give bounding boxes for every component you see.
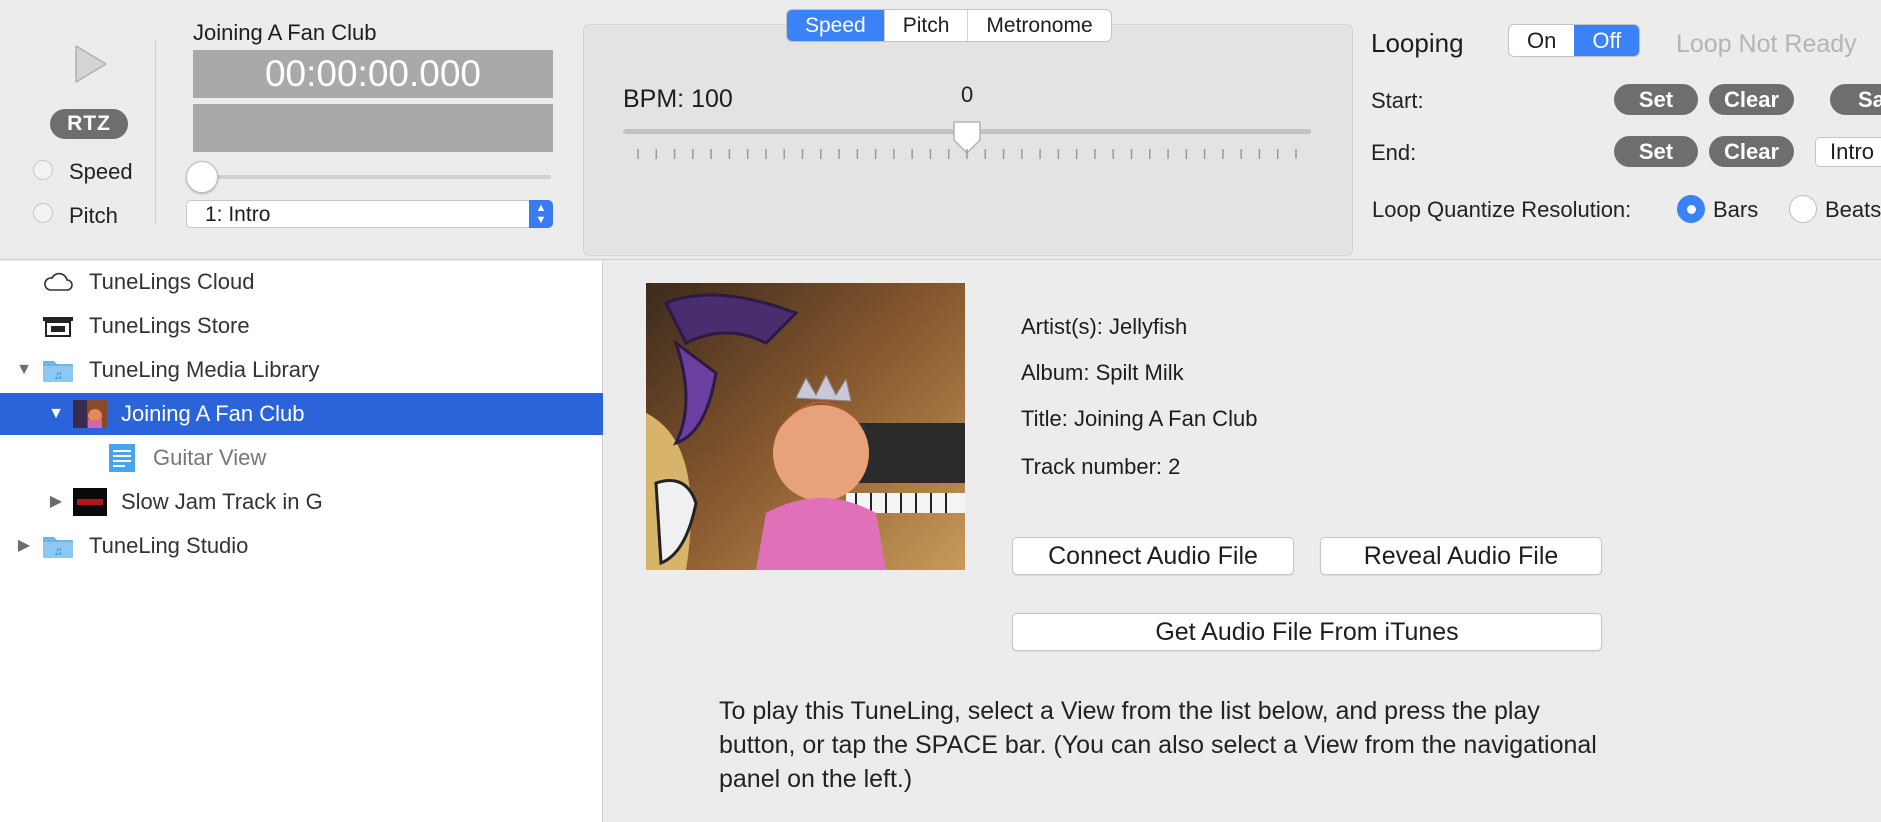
looping-on-button[interactable]: On — [1509, 25, 1574, 56]
music-folder-icon: ♫ — [43, 537, 73, 558]
sidebar-item-label: TuneLing Media Library — [89, 357, 320, 382]
beats-label: Beats — [1825, 197, 1881, 222]
track-number-text: Track number: 2 — [1021, 454, 1181, 479]
time-display: 00:00:00.000 — [193, 50, 553, 98]
sidebar-item-guitar-view[interactable]: Guitar View — [0, 437, 603, 479]
svg-text:♫: ♫ — [54, 544, 63, 558]
sidebar: TuneLings Cloud TuneLings Store ▼ ♫ Tune… — [0, 261, 603, 822]
tab-pitch[interactable]: Pitch — [885, 10, 969, 41]
title-text: Title: Joining A Fan Club — [1021, 406, 1258, 431]
disclosure-expanded-icon[interactable]: ▼ — [15, 349, 33, 391]
end-section-select[interactable]: Intro — [1815, 137, 1881, 167]
disclosure-collapsed-icon[interactable]: ▶ — [47, 481, 65, 523]
cloud-icon — [44, 272, 73, 291]
sidebar-item-media-library[interactable]: ▼ ♫ TuneLing Media Library — [0, 349, 603, 391]
looping-off-button[interactable]: Off — [1574, 25, 1640, 56]
instructions-text: To play this TuneLing, select a View fro… — [719, 697, 1597, 793]
looping-toggle: On Off — [1508, 24, 1641, 57]
store-icon — [43, 317, 73, 337]
connect-audio-file-button[interactable]: Connect Audio File — [1012, 537, 1294, 575]
speed-radio[interactable] — [33, 160, 53, 180]
track-title: Joining A Fan Club — [193, 20, 377, 45]
disclosure-collapsed-icon[interactable]: ▶ — [15, 525, 33, 567]
divider — [155, 40, 156, 225]
end-set-button[interactable]: Set — [1614, 136, 1698, 167]
loop-status: Loop Not Ready — [1676, 30, 1857, 58]
album-text: Album: Spilt Milk — [1021, 360, 1184, 385]
bpm-label: BPM: 100 — [623, 85, 733, 113]
end-clear-button[interactable]: Clear — [1709, 136, 1794, 167]
album-cover-image — [646, 283, 965, 570]
toolbar: RTZ Speed Pitch Joining A Fan Club 00:00… — [0, 0, 1881, 260]
rtz-button[interactable]: RTZ — [50, 109, 128, 139]
loop-end-label: End: — [1371, 140, 1417, 165]
pitch-radio-label: Pitch — [69, 203, 118, 228]
start-clear-button[interactable]: Clear — [1709, 84, 1794, 115]
looping-label: Looping — [1371, 28, 1464, 58]
position-slider-track[interactable] — [196, 175, 551, 179]
tab-speed[interactable]: Speed — [787, 10, 885, 41]
sidebar-item-slow-jam-track[interactable]: ▶ Slow Jam Track in G — [0, 481, 603, 523]
sidebar-item-label: Joining A Fan Club — [121, 401, 305, 426]
speed-slider-value: 0 — [961, 82, 974, 107]
album-art-icon — [73, 400, 107, 428]
mode-tabs: Speed Pitch Metronome — [786, 9, 1112, 42]
sidebar-item-label: TuneLings Cloud — [89, 269, 255, 294]
select-arrows-icon: ▲ ▼ — [529, 200, 553, 228]
album-art-icon — [73, 488, 107, 516]
music-folder-icon: ♫ — [43, 361, 73, 382]
bars-label: Bars — [1713, 197, 1759, 222]
loop-start-label: Start: — [1371, 88, 1424, 113]
sidebar-item-label: Guitar View — [153, 445, 267, 470]
get-audio-from-itunes-button[interactable]: Get Audio File From iTunes — [1012, 613, 1602, 651]
position-slider-knob[interactable] — [186, 161, 218, 193]
sidebar-item-tuneling-studio[interactable]: ▶ ♫ TuneLing Studio — [0, 525, 603, 567]
start-set-button[interactable]: Set — [1614, 84, 1698, 115]
quantize-label: Loop Quantize Resolution: — [1372, 197, 1632, 222]
secondary-display — [193, 104, 553, 152]
pitch-radio[interactable] — [33, 203, 53, 223]
speed-slider-ticks — [637, 149, 1297, 159]
section-select[interactable]: 1: Intro ▲ ▼ — [186, 200, 553, 228]
sidebar-item-label: TuneLings Store — [89, 313, 250, 338]
reveal-audio-file-button[interactable]: Reveal Audio File — [1320, 537, 1602, 575]
document-icon — [109, 444, 135, 472]
artist-text: Artist(s): Jellyfish — [1021, 314, 1188, 339]
section-select-value: 1: Intro — [205, 203, 271, 226]
sidebar-item-label: Slow Jam Track in G — [121, 489, 323, 514]
sidebar-item-label: TuneLing Studio — [89, 533, 249, 558]
end-section-value: Intro — [1830, 139, 1875, 164]
sidebar-item-tunelings-cloud[interactable]: TuneLings Cloud — [0, 261, 603, 303]
sidebar-item-joining-a-fan-club[interactable]: ▼ Joining A Fan Club — [0, 393, 603, 435]
svg-text:♫: ♫ — [54, 368, 63, 382]
play-button[interactable] — [70, 42, 110, 86]
beats-radio[interactable] — [1789, 195, 1817, 223]
start-save-button[interactable]: Sa — [1830, 84, 1881, 115]
disclosure-expanded-icon[interactable]: ▼ — [47, 393, 65, 435]
bars-radio[interactable] — [1677, 195, 1705, 223]
tab-metronome[interactable]: Metronome — [968, 10, 1110, 41]
sidebar-item-tunelings-store[interactable]: TuneLings Store — [0, 305, 603, 347]
speed-radio-label: Speed — [69, 159, 133, 184]
